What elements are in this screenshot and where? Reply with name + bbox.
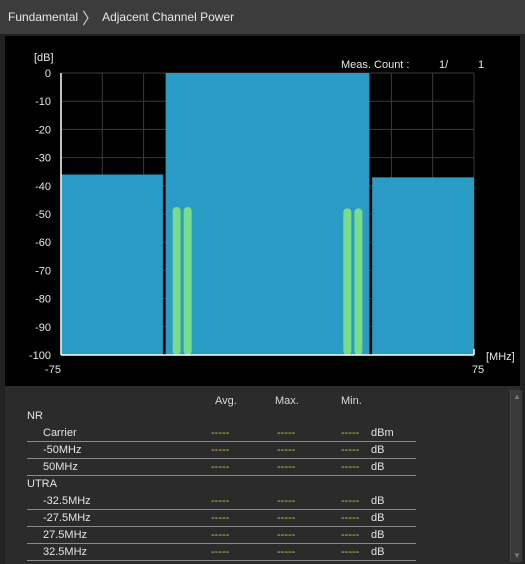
row-label: -32.5MHz [43, 495, 91, 507]
breadcrumb-root[interactable]: Fundamental [8, 10, 78, 24]
table-row: 32.5MHz ----- ----- ----- dB [5, 544, 505, 561]
table-scrollbar[interactable]: ▲ ▼ [510, 390, 522, 562]
scroll-up-icon[interactable]: ▲ [513, 392, 521, 401]
channel-bar-carrier [165, 73, 370, 355]
unit-label: dB [371, 512, 385, 524]
acp-chart: 0 -10 -20 -30 -40 -50 -60 -70 -80 -90 -100 [dB] -75 7… [29, 52, 515, 376]
min-value: ----- [341, 512, 360, 524]
spectrum-line [183, 206, 192, 355]
scroll-down-icon[interactable]: ▼ [513, 551, 521, 560]
table-group-row: UTRA [5, 476, 505, 493]
breadcrumb-separator-icon: 〉 [82, 11, 99, 28]
max-value: ----- [277, 444, 296, 456]
y-tick-label: -20 [35, 124, 51, 136]
avg-value: ----- [211, 512, 230, 524]
spectrum-line [354, 208, 363, 355]
y-tick-label: -50 [35, 209, 51, 221]
unit-label: dB [371, 546, 385, 558]
y-tick-label: -90 [35, 322, 51, 334]
row-label: -27.5MHz [43, 512, 91, 524]
results-table: Avg. Max. Min. NR Carrier ----- ----- ----- d… [5, 386, 522, 564]
row-label: 50MHz [43, 461, 78, 473]
y-tick-label: -70 [35, 265, 51, 277]
spectrum-line [172, 206, 181, 355]
y-tick-label: -60 [35, 237, 51, 249]
x-tick-label-left: -75 [45, 364, 61, 376]
y-unit-label: [dB] [34, 52, 54, 64]
max-value: ----- [277, 546, 296, 558]
max-value: ----- [277, 529, 296, 541]
table-row: -32.5MHz ----- ----- ----- dB [5, 493, 505, 510]
table-row: 50MHz ----- ----- ----- dB [5, 459, 505, 476]
header-max: Max. [275, 395, 299, 407]
row-label: 32.5MHz [43, 546, 88, 558]
spectrum-line [343, 208, 352, 355]
unit-label: dB [371, 461, 385, 473]
avg-value: ----- [211, 444, 230, 456]
min-value: ----- [341, 461, 360, 473]
x-tick-label-right: 75 [472, 364, 484, 376]
table-row: -50MHz ----- ----- ----- dB [5, 442, 505, 459]
max-value: ----- [277, 427, 296, 439]
y-tick-label: -40 [35, 181, 51, 193]
meas-count-label: Meas. Count : [341, 59, 409, 71]
title-bar: Fundamental 〉 Adjacent Channel Power [0, 0, 525, 34]
group-label: UTRA [27, 478, 57, 490]
y-tick-label: -100 [29, 350, 51, 362]
row-divider [27, 560, 416, 561]
unit-label: dB [371, 495, 385, 507]
table-row: 27.5MHz ----- ----- ----- dB [5, 527, 505, 544]
x-unit-label: [MHz] [486, 351, 515, 363]
meas-count-total: 1 [478, 59, 484, 71]
max-value: ----- [277, 461, 296, 473]
y-tick-label: 0 [45, 68, 51, 80]
group-label: NR [27, 410, 43, 422]
table-row: -27.5MHz ----- ----- ----- dB [5, 510, 505, 527]
row-label: Carrier [43, 427, 77, 439]
row-label: 27.5MHz [43, 529, 88, 541]
avg-value: ----- [211, 546, 230, 558]
min-value: ----- [341, 529, 360, 541]
header-min: Min. [341, 395, 362, 407]
unit-label: dBm [371, 427, 394, 439]
min-value: ----- [341, 427, 360, 439]
header-avg: Avg. [215, 395, 237, 407]
avg-value: ----- [211, 529, 230, 541]
avg-value: ----- [211, 427, 230, 439]
unit-label: dB [371, 529, 385, 541]
y-tick-label: -10 [35, 96, 51, 108]
table-group-row: NR [5, 408, 505, 425]
y-tick-label: -30 [35, 153, 51, 165]
channel-bar-upper-adjacent [372, 177, 474, 355]
y-tick-label: -80 [35, 294, 51, 306]
avg-value: ----- [211, 461, 230, 473]
meas-count-value: 1/ [439, 59, 449, 71]
min-value: ----- [341, 495, 360, 507]
max-value: ----- [277, 495, 296, 507]
channel-bar-lower-adjacent [61, 174, 163, 355]
row-label: -50MHz [43, 444, 82, 456]
avg-value: ----- [211, 495, 230, 507]
acp-chart-panel: 0 -10 -20 -30 -40 -50 -60 -70 -80 -90 -100 [dB] -75 7… [5, 36, 520, 386]
min-value: ----- [341, 546, 360, 558]
max-value: ----- [277, 512, 296, 524]
unit-label: dB [371, 444, 385, 456]
min-value: ----- [341, 444, 360, 456]
page-title: Adjacent Channel Power [102, 10, 235, 24]
table-row: Carrier ----- ----- ----- dBm [5, 425, 505, 442]
